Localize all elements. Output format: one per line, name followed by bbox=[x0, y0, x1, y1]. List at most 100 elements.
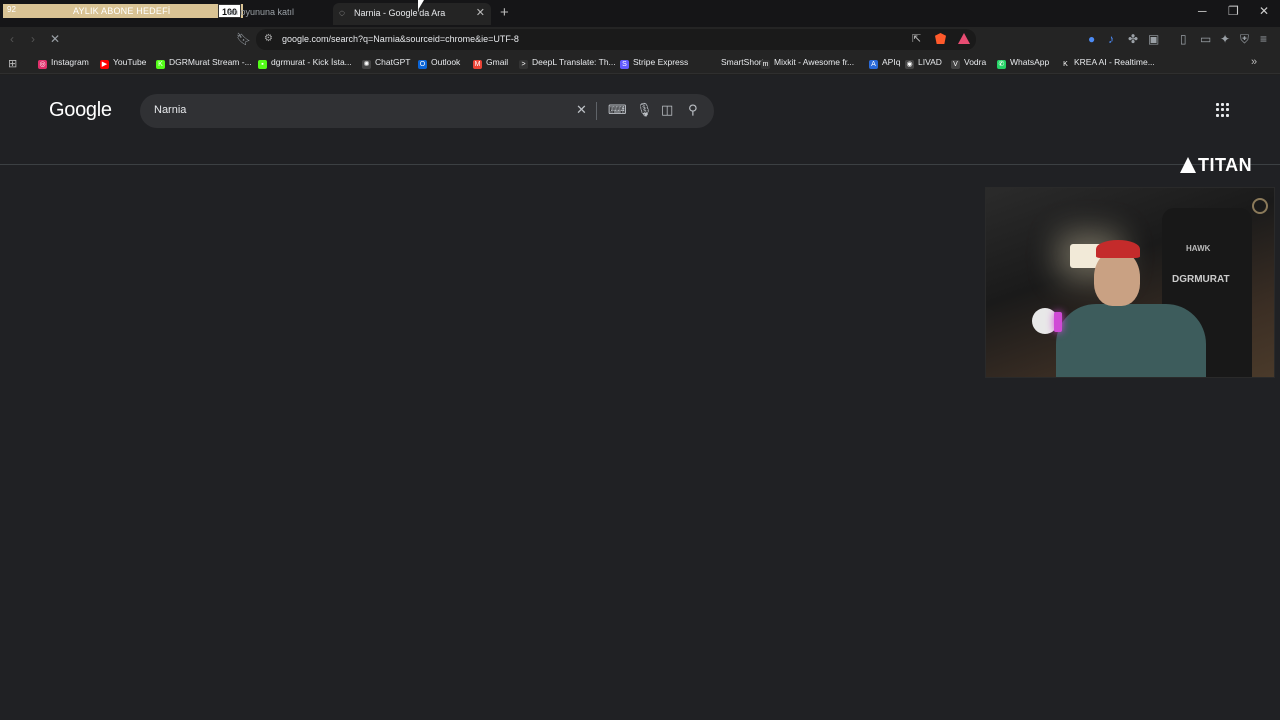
menu-icon[interactable]: ≡ bbox=[1260, 32, 1267, 46]
google-results-page: Google ✕ ⌨ 🎙︎ ◫ ⚲ bbox=[0, 75, 1280, 720]
bookmark-item[interactable]: ◉ LIVAD bbox=[905, 57, 942, 69]
new-tab-button[interactable]: + bbox=[500, 4, 509, 21]
search-input[interactable] bbox=[154, 104, 554, 116]
restore-button[interactable]: ❐ bbox=[1228, 4, 1239, 18]
bookmark-favicon-icon: K bbox=[156, 60, 165, 69]
header-divider bbox=[0, 164, 1280, 165]
bookmark-item[interactable]: ▶ YouTube bbox=[100, 57, 146, 69]
santa-hat bbox=[1096, 240, 1140, 258]
bookmark-favicon-icon: ▪ bbox=[258, 60, 267, 69]
bookmark-favicon-icon: ✺ bbox=[362, 60, 371, 69]
minimize-button[interactable]: ─ bbox=[1198, 4, 1207, 18]
apps-icon[interactable]: ⊞ bbox=[8, 57, 17, 70]
tab-inactive[interactable]: an oyununa katıl bbox=[228, 7, 294, 17]
extension-sound-icon[interactable]: ♪ bbox=[1108, 32, 1114, 46]
bookmark-item[interactable]: ◎ Instagram bbox=[38, 57, 89, 69]
bookmark-label: DGRMurat Stream -... bbox=[169, 57, 252, 67]
bookmark-favicon-icon: O bbox=[418, 60, 427, 69]
extension-icon[interactable]: ● bbox=[1088, 32, 1095, 46]
titan-logo-icon bbox=[1180, 157, 1196, 173]
titan-brand: TITAN bbox=[1198, 155, 1253, 175]
loading-icon: ◌ bbox=[339, 8, 345, 19]
window-close-button[interactable]: ✕ bbox=[1259, 4, 1269, 18]
bookmark-item[interactable]: K DGRMurat Stream -... bbox=[156, 57, 252, 69]
leo-ai-icon[interactable]: ✦ bbox=[1220, 32, 1230, 46]
tab-bar: 92 AYLIK ABONE HEDEFİ 100 an oyununa kat… bbox=[0, 0, 1280, 27]
bookmark-label: APIq bbox=[882, 57, 901, 67]
bookmark-label: Outlook bbox=[431, 57, 461, 67]
bookmark-item[interactable]: ✺ ChatGPT bbox=[362, 57, 410, 69]
clear-icon[interactable]: ✕ bbox=[576, 102, 587, 118]
bookmark-item[interactable]: A APIq bbox=[869, 57, 900, 69]
brave-rewards-icon[interactable] bbox=[958, 33, 970, 44]
keyboard-icon[interactable]: ⌨ bbox=[608, 102, 627, 118]
wallet-icon[interactable]: ▣ bbox=[1148, 32, 1159, 46]
bookmark-label: WhatsApp bbox=[1010, 57, 1050, 67]
bookmark-favicon-icon: > bbox=[519, 60, 528, 69]
bookmark-item[interactable]: K KREA AI - Realtime... bbox=[1061, 57, 1155, 69]
goal-current: 92 bbox=[7, 5, 16, 14]
bookmark-item[interactable]: m Mixkit - Awesome fr... bbox=[761, 57, 854, 69]
bookmark-favicon-icon: m bbox=[761, 60, 770, 69]
google-apps-icon[interactable] bbox=[1216, 103, 1230, 117]
bookmark-label: ChatGPT bbox=[375, 57, 411, 67]
sidebar-icon[interactable]: ▯ bbox=[1180, 32, 1187, 46]
bookmark-favicon-icon: A bbox=[869, 60, 878, 69]
bookmark-label: Gmail bbox=[486, 57, 509, 67]
more-bookmarks-icon[interactable]: » bbox=[1251, 56, 1257, 68]
search-divider bbox=[596, 102, 597, 120]
bookmark-label: DeepL Translate: Th... bbox=[532, 57, 616, 67]
tab-search-icon[interactable]: ▭ bbox=[1200, 32, 1211, 46]
bookmark-icon[interactable]: 🔖︎ bbox=[236, 32, 251, 46]
tab-close-button[interactable]: ✕ bbox=[476, 6, 485, 19]
url-text[interactable]: google.com/search?q=Narnia&sourceid=chro… bbox=[282, 34, 519, 44]
search-box[interactable]: ✕ ⌨ 🎙︎ ◫ ⚲ bbox=[140, 94, 714, 128]
bookmark-item[interactable]: V Vodra bbox=[951, 57, 986, 69]
bookmark-favicon-icon: S bbox=[620, 60, 629, 69]
lens-icon[interactable]: ◫ bbox=[661, 102, 673, 118]
extensions-puzzle-icon[interactable]: ✤ bbox=[1128, 32, 1138, 46]
vpn-icon[interactable]: ⛨ bbox=[1240, 32, 1249, 46]
bookmark-label: Instagram bbox=[51, 57, 89, 67]
bookmark-item[interactable]: SmartShort bbox=[708, 57, 764, 67]
share-icon[interactable]: ⇱ bbox=[912, 32, 921, 45]
tab-active[interactable]: ◌ Narnia - Google'da Ara ✕ bbox=[333, 3, 491, 25]
bookmark-favicon-icon: V bbox=[951, 60, 960, 69]
bookmark-item[interactable]: ✆ WhatsApp bbox=[997, 57, 1049, 69]
bookmark-favicon-icon: ✆ bbox=[997, 60, 1006, 69]
subscriber-goal-bar: 92 AYLIK ABONE HEDEFİ 100 bbox=[3, 4, 243, 18]
microphone-icon[interactable]: 🎙︎ bbox=[636, 102, 653, 118]
back-icon[interactable]: ‹ bbox=[10, 32, 14, 46]
goal-label: AYLIK ABONE HEDEFİ bbox=[73, 6, 171, 16]
titan-logo: TITAN bbox=[1180, 155, 1252, 176]
chair-brand: HAWK bbox=[1186, 244, 1211, 253]
bookmarks-bar: ⊞ ◎ Instagram ▶ YouTube K DGRMurat Stream -..… bbox=[0, 52, 1280, 74]
search-icon[interactable]: ⚲ bbox=[688, 102, 698, 118]
site-settings-icon[interactable]: ⚙ bbox=[264, 33, 273, 44]
stop-icon[interactable]: ✕ bbox=[50, 32, 60, 46]
bookmark-label: Stripe Express bbox=[633, 57, 689, 67]
address-bar[interactable]: ⚙ google.com/search?q=Narnia&sourceid=ch… bbox=[256, 29, 976, 50]
bookmark-favicon-icon: K bbox=[1061, 60, 1070, 69]
bookmark-favicon-icon: M bbox=[473, 60, 482, 69]
wall-clock bbox=[1252, 198, 1268, 214]
bookmark-item[interactable]: O Outlook bbox=[418, 57, 460, 69]
bookmark-item[interactable]: S Stripe Express bbox=[620, 57, 688, 69]
bookmark-label: KREA AI - Realtime... bbox=[1074, 57, 1155, 67]
bookmark-label: Vodra bbox=[964, 57, 987, 67]
bookmark-item[interactable]: M Gmail bbox=[473, 57, 508, 69]
bookmark-favicon-icon: ◉ bbox=[905, 60, 914, 69]
bookmark-label: YouTube bbox=[113, 57, 147, 67]
bookmark-item[interactable]: ▪ dgrmurat - Kick İsta... bbox=[258, 57, 352, 69]
forward-icon[interactable]: › bbox=[31, 32, 35, 46]
bookmark-label: Mixkit - Awesome fr... bbox=[774, 57, 855, 67]
bookmark-favicon-icon: ▶ bbox=[100, 60, 109, 69]
google-logo[interactable]: Google bbox=[49, 99, 112, 122]
webcam-person-body bbox=[1056, 304, 1206, 377]
rgb-light bbox=[1054, 312, 1062, 332]
tab-active-title: Narnia - Google'da Ara bbox=[354, 8, 446, 18]
bookmark-favicon-icon: ◎ bbox=[38, 60, 47, 69]
bookmark-label: SmartShort bbox=[721, 57, 764, 67]
bookmark-label: dgrmurat - Kick İsta... bbox=[271, 57, 352, 67]
bookmark-item[interactable]: > DeepL Translate: Th... bbox=[519, 57, 616, 69]
